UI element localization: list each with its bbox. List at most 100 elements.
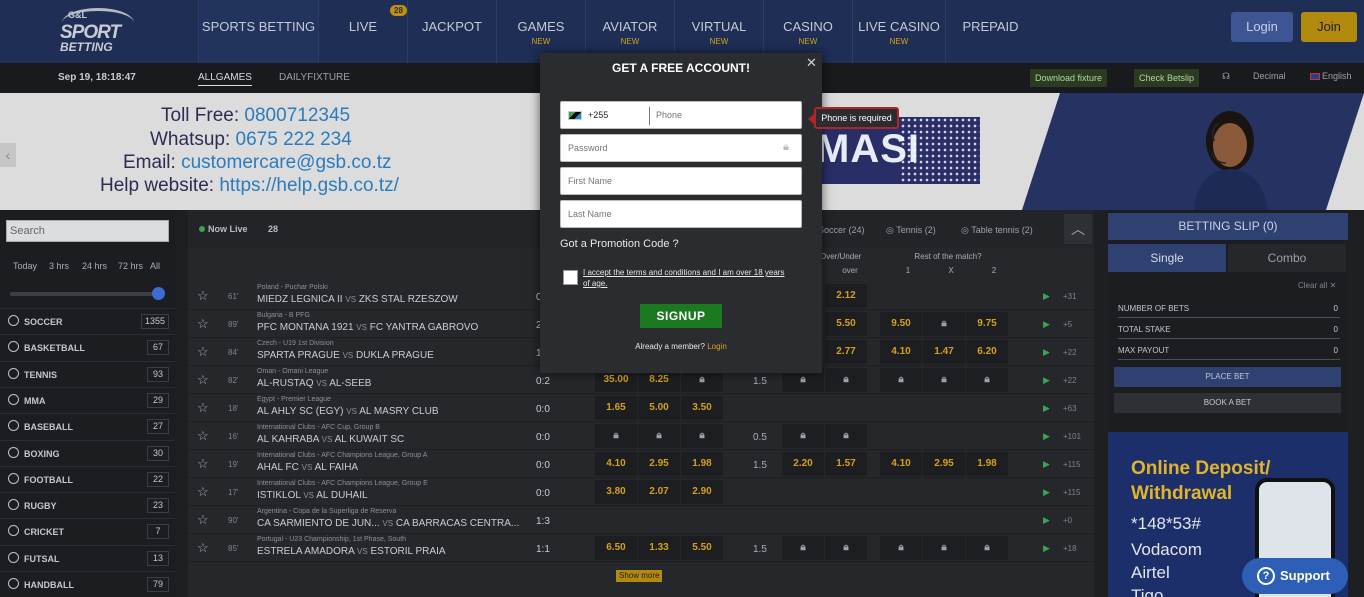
favorite-star-icon[interactable]: ☆ <box>197 456 209 472</box>
odds-format-select[interactable]: Decimal <box>1253 71 1286 81</box>
favorite-star-icon[interactable]: ☆ <box>197 316 209 332</box>
sidebar-item-mma[interactable]: MMA 29 <box>0 386 175 413</box>
match-row[interactable]: ☆ 85' Portugal - U23 Championship, 1st Pha… <box>188 534 1094 562</box>
sidebar-item-boxing[interactable]: BOXING 30 <box>0 439 175 466</box>
filter-3hrs[interactable]: 3 hrs <box>49 261 69 271</box>
match-row[interactable]: ☆ 90' Argentina - Copa de la Superliga de … <box>188 506 1094 534</box>
modal-login-link[interactable]: Login <box>707 342 727 351</box>
match-teams[interactable]: ESTRELA AMADORA VS ESTORIL PRAIA <box>257 546 446 557</box>
nav-jackpot[interactable]: JACKPOT <box>407 0 496 63</box>
play-icon[interactable]: ▶ <box>1043 431 1050 442</box>
match-teams[interactable]: CA SARMIENTO DE JUN... VS CA BARRACAS CE… <box>257 518 519 529</box>
first-name-field[interactable] <box>560 167 802 195</box>
nav-live[interactable]: 28 LIVE <box>318 0 407 63</box>
odds-button[interactable]: 1.98 <box>966 452 1008 476</box>
tab-dailyfixture[interactable]: DAILYFIXTURE <box>279 72 350 83</box>
last-name-field[interactable] <box>560 200 802 228</box>
tab-combo[interactable]: Combo <box>1228 244 1346 272</box>
odds-button[interactable]: 1.98 <box>681 452 723 476</box>
odds-button[interactable]: 2.12 <box>825 284 867 308</box>
phone-field[interactable]: +255 <box>560 101 802 129</box>
nav-prepaid[interactable]: PREPAID <box>945 0 1035 63</box>
match-row[interactable]: ☆ 16' International Clubs - AFC Cup, Group… <box>188 422 1094 450</box>
play-icon[interactable]: ▶ <box>1043 319 1050 330</box>
login-button[interactable]: Login <box>1231 12 1293 42</box>
match-teams[interactable]: PFC MONTANA 1921 VS FC YANTRA GABROVO <box>257 322 478 333</box>
sidebar-item-rugby[interactable]: RUGBY 23 <box>0 492 175 518</box>
match-row[interactable]: ☆ 18' Egypt - Premier League AL AHLY SC (EG… <box>188 394 1094 422</box>
play-icon[interactable]: ▶ <box>1043 375 1050 386</box>
match-teams[interactable]: MIEDZ LEGNICA II VS ZKS STAL RZESZOW <box>257 294 458 305</box>
close-icon[interactable]: ✕ <box>806 55 817 71</box>
match-teams[interactable]: AL-RUSTAQ VS AL-SEEB <box>257 378 371 389</box>
book-bet-button[interactable]: BOOK A BET <box>1114 393 1341 413</box>
country-code[interactable]: +255 <box>588 110 608 120</box>
sidebar-item-baseball[interactable]: BASEBALL 27 <box>0 413 175 439</box>
tab-table-tennis[interactable]: ◎ Table tennis (2) <box>961 225 1033 236</box>
filter-72hrs[interactable]: 72 hrs <box>118 261 143 271</box>
odds-button[interactable]: 2.20 <box>782 452 824 476</box>
tanzania-flag-icon[interactable] <box>568 111 582 120</box>
clear-all-link[interactable]: Clear all ✕ <box>1298 281 1336 290</box>
first-name-input[interactable] <box>568 168 796 194</box>
play-icon[interactable]: ▶ <box>1043 403 1050 414</box>
odds-button[interactable]: 4.10 <box>595 452 637 476</box>
odds-button[interactable]: 2.90 <box>681 480 723 504</box>
check-betslip-button[interactable]: Check Betslip <box>1134 69 1200 87</box>
language-select[interactable]: English <box>1310 71 1352 81</box>
more-markets[interactable]: +5 <box>1063 320 1072 329</box>
sidebar-item-handball[interactable]: HANDBALL 79 <box>0 571 175 597</box>
more-markets[interactable]: +0 <box>1063 516 1072 525</box>
favorite-star-icon[interactable]: ☆ <box>197 344 209 360</box>
odds-button[interactable]: 5.50 <box>825 312 867 336</box>
more-markets[interactable]: +63 <box>1063 404 1077 413</box>
odds-button[interactable]: 1.33 <box>638 536 680 560</box>
sidebar-item-basketball[interactable]: BASKETBALL 67 <box>0 334 175 360</box>
join-button[interactable]: Join <box>1301 12 1357 42</box>
play-icon[interactable]: ▶ <box>1043 515 1050 526</box>
match-teams[interactable]: AHAL FC VS AL FAIHA <box>257 462 358 473</box>
favorite-star-icon[interactable]: ☆ <box>197 512 209 528</box>
terms-link[interactable]: I accept the terms and conditions and I … <box>583 267 788 289</box>
odds-button[interactable]: 1.65 <box>595 396 637 420</box>
search-input[interactable]: Search <box>6 220 169 242</box>
nav-sports-betting[interactable]: SPORTS BETTING <box>198 0 318 63</box>
odds-button[interactable]: 1.57 <box>825 452 867 476</box>
filter-today[interactable]: Today <box>13 261 37 271</box>
favorite-star-icon[interactable]: ☆ <box>197 428 209 444</box>
odds-button[interactable]: 9.75 <box>966 312 1008 336</box>
last-name-input[interactable] <box>568 201 796 227</box>
match-row[interactable]: ☆ 17' International Clubs - AFC Champions … <box>188 478 1094 506</box>
odds-button[interactable]: 2.07 <box>638 480 680 504</box>
slider-handle[interactable] <box>152 287 165 300</box>
show-more-button[interactable]: Show more <box>616 570 663 582</box>
odds-button[interactable]: 2.95 <box>638 452 680 476</box>
more-markets[interactable]: +115 <box>1063 488 1080 497</box>
more-markets[interactable]: +22 <box>1063 376 1077 385</box>
match-teams[interactable]: AL AHLY SC (EGY) VS AL MASRY CLUB <box>257 406 439 417</box>
tab-soccer[interactable]: Soccer (24) <box>818 225 865 235</box>
banner-prev-arrow[interactable]: ‹ <box>0 143 16 167</box>
sidebar-item-tennis[interactable]: TENNIS 93 <box>0 360 175 387</box>
match-teams[interactable]: ISTIKLOL VS AL DUHAIL <box>257 490 368 501</box>
logo[interactable]: G&L SPORT BETTING <box>58 6 140 54</box>
play-icon[interactable]: ▶ <box>1043 347 1050 358</box>
odds-button[interactable]: 6.50 <box>595 536 637 560</box>
odds-button[interactable]: 2.95 <box>923 452 965 476</box>
favorite-star-icon[interactable]: ☆ <box>197 288 209 304</box>
odds-button[interactable]: 2.77 <box>825 340 867 364</box>
play-icon[interactable]: ▶ <box>1043 487 1050 498</box>
more-markets[interactable]: +31 <box>1063 292 1077 301</box>
tab-tennis[interactable]: ◎ Tennis (2) <box>886 225 936 236</box>
favorite-star-icon[interactable]: ☆ <box>197 400 209 416</box>
terms-checkbox[interactable] <box>563 270 578 285</box>
support-button[interactable]: ? Support <box>1242 558 1348 594</box>
play-icon[interactable]: ▶ <box>1043 543 1050 554</box>
phone-input[interactable] <box>656 102 796 128</box>
tab-single[interactable]: Single <box>1108 244 1226 272</box>
password-field[interactable]: 🔒︎ <box>560 134 802 162</box>
filter-all[interactable]: All <box>150 261 160 271</box>
odds-button[interactable]: 1.47 <box>923 340 965 364</box>
nav-live-casino[interactable]: LIVE CASINO NEW <box>852 0 945 63</box>
odds-button[interactable]: 5.50 <box>681 536 723 560</box>
